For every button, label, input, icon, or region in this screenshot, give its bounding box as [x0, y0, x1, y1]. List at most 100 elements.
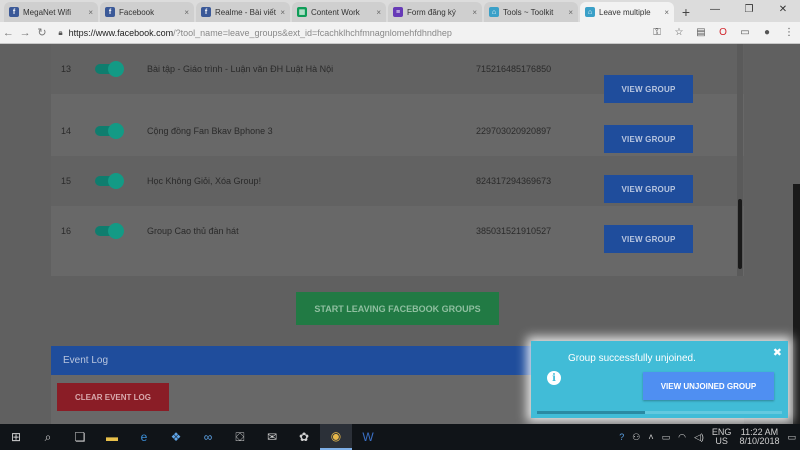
mail-icon[interactable]: ✉ — [256, 424, 288, 450]
reload-icon[interactable]: ↻ — [34, 26, 51, 39]
help-icon[interactable]: ? — [619, 432, 624, 442]
table-scrollbar-thumb[interactable] — [738, 199, 742, 269]
close-icon[interactable]: × — [280, 8, 285, 17]
language-indicator[interactable]: ENG US — [712, 428, 732, 446]
view-group-button[interactable]: VIEW GROUP — [604, 225, 693, 253]
edge-icon[interactable]: e — [128, 424, 160, 450]
browser-tab[interactable]: ▦ Content Work × — [292, 2, 386, 22]
toolbar-icons: ⚿ ☆ ▤ O ▭ ● ⋮ — [646, 27, 800, 38]
row-number: 16 — [61, 226, 72, 236]
window-controls: — ❐ ✕ — [698, 0, 800, 22]
view-group-button[interactable]: VIEW GROUP — [604, 125, 693, 153]
browser-tab[interactable]: f MegaNet Wifi × — [4, 2, 98, 22]
url-input[interactable]: 🔒︎ https://www.facebook.com /?tool_name=… — [58, 24, 638, 42]
clock[interactable]: 11:22 AM 8/10/2018 — [739, 428, 779, 446]
windows-start-icon[interactable]: ⊞ — [0, 424, 32, 450]
group-name: Bài tập - Giáo trình - Luận văn ĐH Luật … — [147, 64, 334, 74]
view-group-button[interactable]: VIEW GROUP — [604, 75, 693, 103]
app-icon[interactable]: ✿ — [288, 424, 320, 450]
group-toggle[interactable] — [95, 173, 124, 189]
toast-close-icon[interactable]: ✖ — [773, 346, 782, 359]
word-icon[interactable]: W — [352, 424, 384, 450]
table-row: 16 Group Cao thủ đàn hát 385031521910527… — [51, 206, 744, 256]
close-icon[interactable]: × — [184, 8, 189, 17]
clock-date: 8/10/2018 — [739, 436, 780, 446]
table-row: 13 Bài tập - Giáo trình - Luận văn ĐH Lu… — [51, 44, 744, 103]
browser-tab[interactable]: ≡ Form đăng ký × — [388, 2, 482, 22]
dropbox-icon[interactable]: ❖ — [160, 424, 192, 450]
start-leaving-button[interactable]: START LEAVING FACEBOOK GROUPS — [296, 292, 499, 325]
toast-message: Group successfully unjoined. — [568, 353, 696, 364]
browser-tab-active[interactable]: ⌂ Leave multiple × — [580, 2, 674, 22]
url-path: /?tool_name=leave_groups&ext_id=fcachklh… — [173, 27, 452, 38]
facebook-icon: f — [105, 7, 115, 17]
visual-studio-icon[interactable]: ∞ — [192, 424, 224, 450]
group-toggle[interactable] — [95, 123, 124, 139]
toast-progress-fill — [537, 411, 645, 414]
new-tab-button[interactable]: + — [678, 4, 694, 20]
file-explorer-icon[interactable]: ▬ — [96, 424, 128, 450]
close-window-icon[interactable]: ✕ — [766, 0, 800, 22]
close-icon[interactable]: × — [568, 8, 573, 17]
browser-tab[interactable]: f Realme - Bài viết × — [196, 2, 290, 22]
back-icon[interactable]: ← — [0, 27, 17, 39]
search-icon[interactable]: ⌕ — [32, 424, 64, 450]
view-unjoined-group-button[interactable]: VIEW UNJOINED GROUP — [643, 372, 774, 400]
extension-icon[interactable]: ▭ — [734, 27, 756, 38]
browser-tab-strip: f MegaNet Wifi × f Facebook × f Realme -… — [0, 0, 800, 22]
browser-tab[interactable]: f Facebook × — [100, 2, 194, 22]
network-icon[interactable]: ▭ — [662, 432, 671, 443]
row-number: 14 — [61, 126, 72, 136]
table-row: 14 Cộng đồng Fan Bkav Bphone 3 229703020… — [51, 106, 744, 156]
notification-icon[interactable]: ▭ — [787, 432, 796, 443]
group-name: Cộng đồng Fan Bkav Bphone 3 — [147, 126, 273, 136]
group-toggle[interactable] — [95, 61, 124, 77]
group-id: 385031521910527 — [476, 226, 552, 236]
minimize-icon[interactable]: — — [698, 0, 732, 22]
maximize-icon[interactable]: ❐ — [732, 0, 766, 22]
browser-tab[interactable]: ⌂ Tools ~ Toolkit × — [484, 2, 578, 22]
avatar[interactable]: ● — [756, 27, 778, 38]
store-icon[interactable]: ⛋ — [224, 424, 256, 450]
key-icon[interactable]: ⚿ — [646, 27, 668, 38]
group-id: 229703020920897 — [476, 126, 552, 136]
people-icon[interactable]: ⚇ — [632, 432, 640, 443]
lock-icon: 🔒︎ — [58, 27, 63, 37]
group-toggle[interactable] — [95, 223, 124, 239]
volume-icon[interactable]: ◁) — [694, 432, 704, 443]
group-name: Group Cao thủ đàn hát — [147, 226, 239, 236]
wifi-icon[interactable]: ◠ — [678, 432, 686, 443]
bookmark-star-icon[interactable]: ☆ — [668, 27, 690, 38]
clear-event-log-button[interactable]: CLEAR EVENT LOG — [57, 383, 169, 411]
facebook-icon: f — [201, 7, 211, 17]
tool-icon: ⌂ — [585, 7, 595, 17]
view-group-button[interactable]: VIEW GROUP — [604, 175, 693, 203]
menu-icon[interactable]: ⋮ — [778, 27, 800, 38]
chrome-icon[interactable]: ◉ — [320, 424, 352, 450]
extension-icon[interactable]: ▤ — [690, 27, 712, 38]
region-code: US — [715, 436, 728, 446]
opera-extension-icon[interactable]: O — [712, 27, 734, 38]
row-number: 15 — [61, 176, 72, 186]
tab-title: MegaNet Wifi — [23, 7, 72, 17]
tab-title: Tools ~ Toolkit — [503, 7, 554, 17]
page-scrollbar[interactable] — [793, 184, 800, 424]
info-icon: i — [547, 371, 561, 385]
toast-progress-bar — [537, 411, 782, 414]
tab-title: Content Work — [311, 7, 360, 17]
groups-table: 13 Bài tập - Giáo trình - Luận văn ĐH Lu… — [51, 44, 744, 276]
tab-title: Leave multiple — [599, 7, 651, 17]
tool-icon: ⌂ — [489, 7, 499, 17]
close-icon[interactable]: × — [88, 8, 93, 17]
tab-title: Facebook — [119, 7, 155, 17]
task-view-icon[interactable]: ❏ — [64, 424, 96, 450]
close-icon[interactable]: × — [376, 8, 381, 17]
system-tray: ? ⚇ ˄ ▭ ◠ ◁) ENG US 11:22 AM 8/10/2018 ▭ — [615, 424, 800, 450]
facebook-icon: f — [9, 7, 19, 17]
group-id: 824317294369673 — [476, 176, 552, 186]
chevron-up-icon[interactable]: ˄ — [648, 432, 653, 442]
close-icon[interactable]: × — [664, 8, 669, 17]
forward-icon[interactable]: → — [17, 27, 34, 39]
windows-taskbar: ⊞ ⌕ ❏ ▬ e ❖ ∞ ⛋ ✉ ✿ ◉ W ? ⚇ ˄ ▭ ◠ ◁) ENG… — [0, 424, 800, 450]
close-icon[interactable]: × — [472, 8, 477, 17]
